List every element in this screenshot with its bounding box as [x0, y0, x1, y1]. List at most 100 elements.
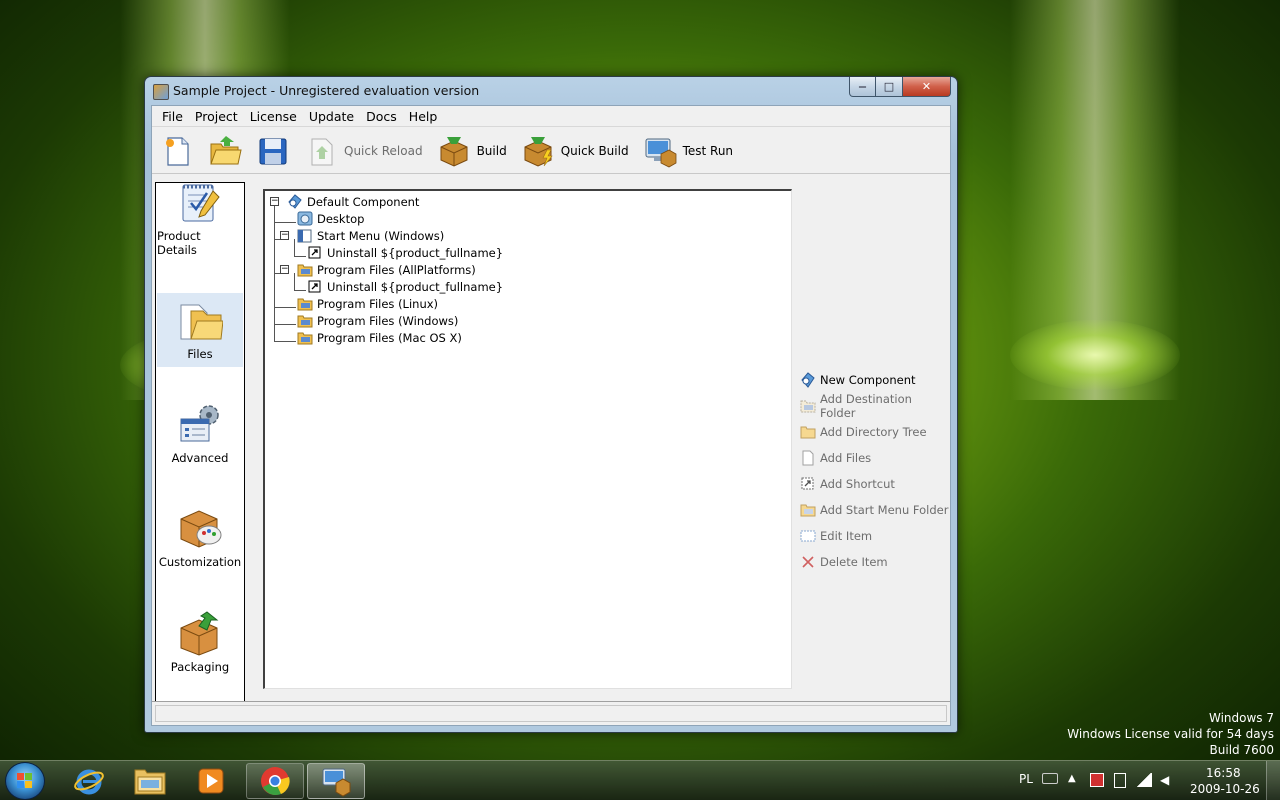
add-files-label: Add Files: [820, 451, 872, 465]
watermark-os: Windows 7: [1208, 711, 1274, 725]
destination-folder-icon: [800, 398, 816, 414]
edit-item-action[interactable]: Edit Item: [800, 523, 950, 549]
nav-customization-label: Customization: [158, 555, 242, 569]
power-icon[interactable]: [1114, 773, 1126, 788]
tree-item[interactable]: Desktop: [297, 210, 364, 227]
edit-item-label: Edit Item: [820, 529, 873, 543]
delete-item-action[interactable]: Delete Item: [800, 549, 950, 575]
client-area: File Project License Update Docs Help Qu…: [151, 105, 951, 726]
tree-item[interactable]: Program Files (AllPlatforms): [297, 261, 476, 278]
windows-logo-icon: [17, 773, 32, 788]
advanced-icon: [177, 401, 223, 447]
network-icon[interactable]: [1136, 773, 1152, 787]
tree-item[interactable]: Program Files (Mac OS X): [297, 329, 462, 346]
tree-connector: [294, 290, 306, 291]
add-destination-folder-label: Add Destination Folder: [820, 392, 912, 420]
toolbar: Quick Reload Build Quick Build Test Run: [152, 128, 950, 174]
nav-packaging[interactable]: Packaging: [157, 606, 243, 680]
maximize-button[interactable]: □: [876, 77, 903, 97]
new-document-icon: [160, 134, 194, 168]
taskbar-windows-explorer[interactable]: [121, 763, 179, 799]
show-desktop-button[interactable]: [1266, 761, 1280, 800]
add-directory-tree-action[interactable]: Add Directory Tree: [800, 419, 950, 445]
add-destination-folder-action[interactable]: Add Destination Folder: [800, 392, 950, 420]
tree-connector: [274, 341, 296, 342]
new-component-action[interactable]: New Component: [800, 367, 950, 393]
tree-item[interactable]: Program Files (Linux): [297, 295, 438, 312]
menu-license[interactable]: License: [244, 109, 303, 124]
add-shortcut-action[interactable]: Add Shortcut: [800, 471, 950, 497]
delete-item-icon: [800, 554, 816, 570]
tree-item[interactable]: Default Component: [287, 193, 419, 210]
nav-files[interactable]: Files: [157, 293, 243, 367]
action-center-icon[interactable]: [1090, 773, 1104, 787]
section-navigation: Product Details Files Advanced Customiza…: [155, 182, 245, 705]
quick-reload-button[interactable]: Quick Reload: [304, 131, 423, 171]
windows-watermark: Windows 7 Windows License valid for 54 d…: [1067, 710, 1274, 758]
add-files-action[interactable]: Add Files: [800, 445, 950, 471]
tree-item[interactable]: Uninstall ${product_fullname}: [307, 278, 503, 295]
clock-time[interactable]: 16:58: [1206, 766, 1241, 780]
watermark-license: Windows License valid for 54 days: [1067, 727, 1274, 741]
title-bar[interactable]: Sample Project - Unregistered evaluation…: [145, 77, 957, 105]
customization-icon: [177, 505, 223, 551]
minimize-button[interactable]: —: [849, 77, 876, 97]
test-run-button[interactable]: Test Run: [643, 131, 733, 171]
desktop-icon: [297, 211, 313, 226]
component-icon: [287, 194, 303, 209]
add-start-menu-folder-action[interactable]: Add Start Menu Folder: [800, 497, 950, 523]
action-panel: New Component Add Destination Folder Add…: [800, 367, 950, 575]
taskbar-media-player[interactable]: [182, 763, 240, 799]
file-tree-panel[interactable]: − − − Default Component Desktop Start Me…: [263, 189, 792, 689]
clock-date[interactable]: 2009-10-26: [1190, 782, 1260, 796]
tree-collapse-toggle[interactable]: −: [280, 265, 289, 274]
new-project-button[interactable]: [160, 131, 194, 171]
caption-buttons: — □ ✕: [849, 77, 951, 97]
menu-docs[interactable]: Docs: [360, 109, 403, 124]
start-button[interactable]: [5, 762, 45, 800]
nav-customization[interactable]: Customization: [157, 501, 243, 575]
close-button[interactable]: ✕: [903, 77, 951, 97]
menu-help[interactable]: Help: [403, 109, 444, 124]
installer-app-icon: [322, 768, 351, 797]
tree-item-label: Program Files (AllPlatforms): [317, 262, 476, 277]
save-disk-icon: [256, 134, 290, 168]
quick-build-button[interactable]: Quick Build: [521, 131, 629, 171]
keyboard-icon[interactable]: [1042, 773, 1058, 784]
tree-item-label: Program Files (Linux): [317, 296, 439, 311]
reload-icon: [304, 134, 338, 168]
volume-muted-icon[interactable]: ◀: [1160, 773, 1169, 787]
tree-item-label: Desktop: [317, 211, 365, 226]
quick-reload-label: Quick Reload: [344, 143, 423, 158]
nav-product-details-label: Product Details: [157, 229, 201, 257]
menu-project[interactable]: Project: [189, 109, 244, 124]
show-hidden-icons-icon[interactable]: ▲: [1068, 773, 1076, 784]
add-start-menu-folder-label: Add Start Menu Folder: [820, 503, 949, 517]
shortcut-icon: [307, 279, 323, 294]
maximize-icon: □: [883, 80, 895, 93]
tree-collapse-toggle[interactable]: −: [270, 197, 279, 206]
nav-packaging-label: Packaging: [170, 660, 230, 674]
taskbar-chrome[interactable]: [246, 763, 304, 799]
test-run-icon: [643, 134, 677, 168]
build-button[interactable]: Build: [437, 131, 507, 171]
tree-collapse-toggle[interactable]: −: [280, 231, 289, 240]
nav-advanced-label: Advanced: [171, 451, 229, 465]
menu-update[interactable]: Update: [303, 109, 360, 124]
taskbar-installer-app[interactable]: [307, 763, 365, 799]
taskbar-internet-explorer[interactable]: [60, 763, 118, 799]
tree-item[interactable]: Start Menu (Windows): [297, 227, 444, 244]
save-project-button[interactable]: [256, 131, 290, 171]
new-component-label: New Component: [820, 373, 916, 387]
nav-product-details[interactable]: Product Details: [157, 184, 243, 263]
open-project-button[interactable]: [208, 131, 242, 171]
menu-file[interactable]: File: [156, 109, 189, 124]
test-run-label: Test Run: [682, 143, 734, 158]
files-icon: [177, 297, 224, 343]
tree-item[interactable]: Program Files (Windows): [297, 312, 458, 329]
app-icon[interactable]: [153, 84, 169, 100]
build-box-icon: [437, 134, 471, 168]
nav-advanced[interactable]: Advanced: [157, 397, 243, 471]
tree-item[interactable]: Uninstall ${product_fullname}: [307, 244, 503, 261]
input-language-indicator[interactable]: PL: [1019, 772, 1033, 786]
